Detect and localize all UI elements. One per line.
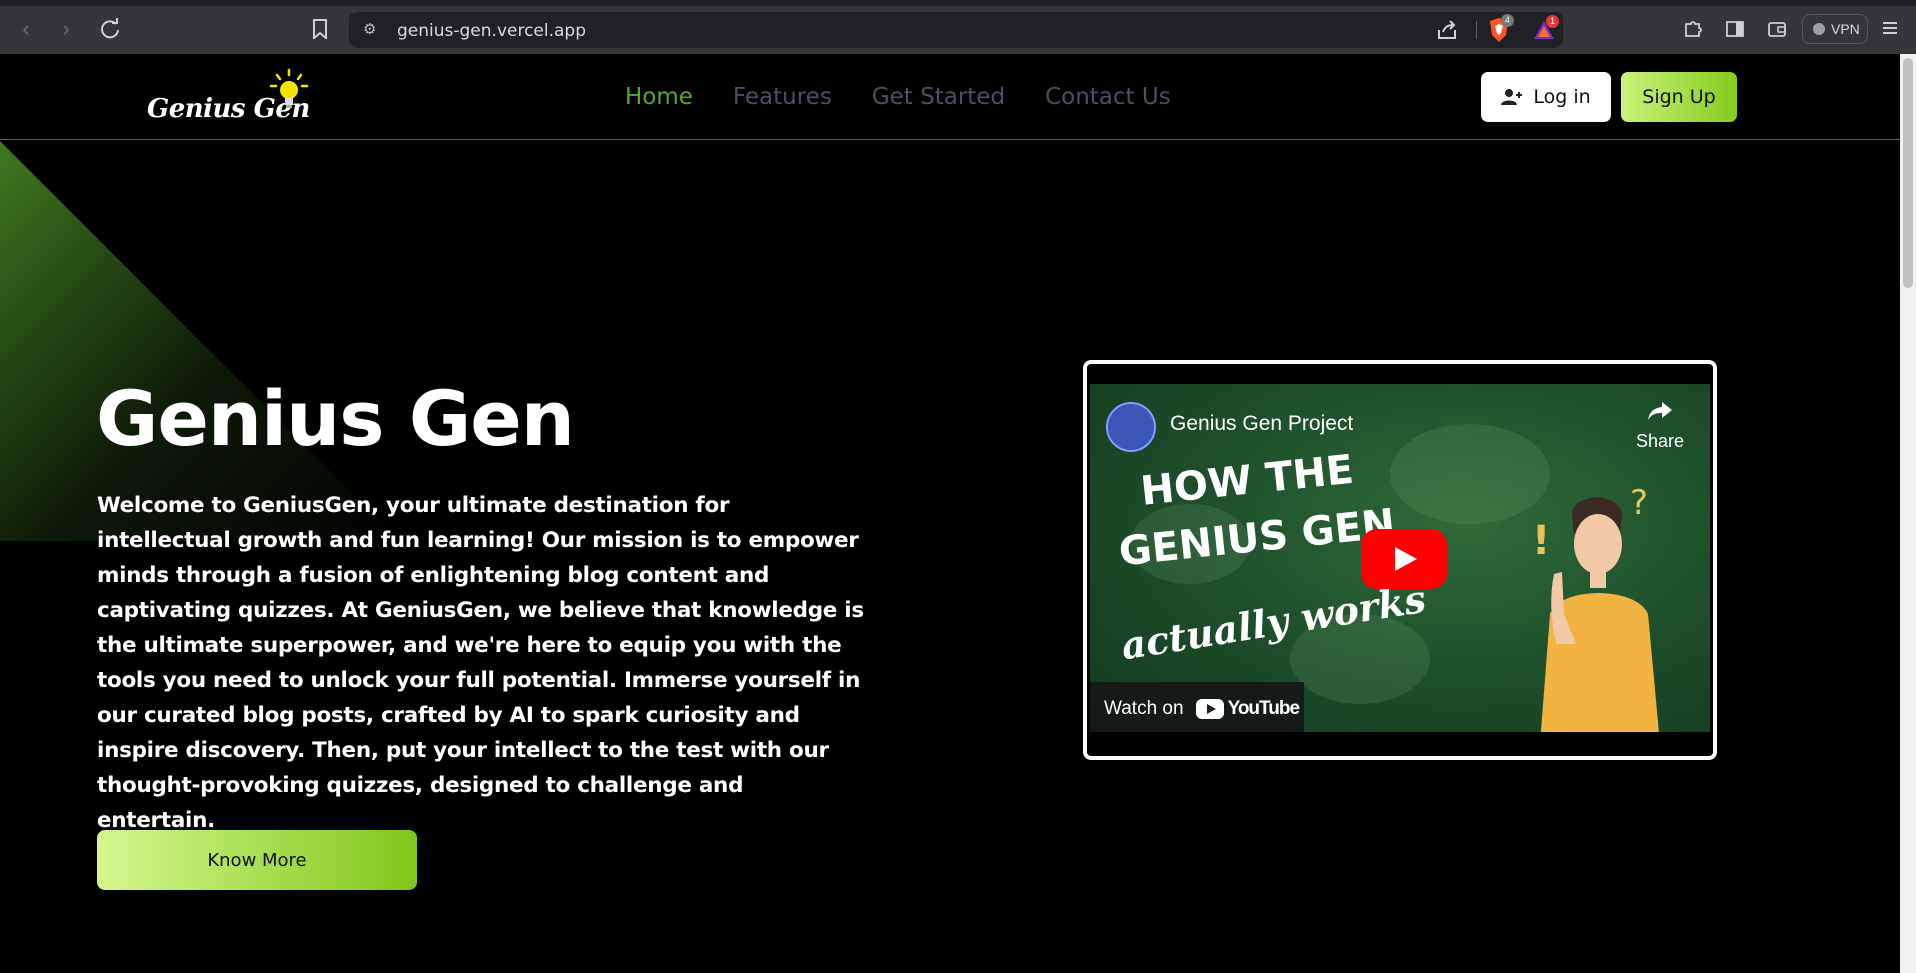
- signup-button[interactable]: Sign Up: [1621, 72, 1737, 122]
- hero-description: Welcome to GeniusGen, your ultimate dest…: [97, 493, 864, 833]
- brave-badge: 4: [1501, 14, 1514, 27]
- site-logo[interactable]: Genius Gen: [147, 68, 317, 130]
- browser-toolbar: ‹ › ⚙ genius-gen.vercel.app 4 1 VPN: [0, 0, 1916, 54]
- svg-text:!: !: [1532, 518, 1550, 564]
- video-title[interactable]: Genius Gen Project: [1170, 412, 1353, 436]
- share-arrow-icon: [1648, 402, 1672, 420]
- extensions-icon[interactable]: [1682, 18, 1706, 42]
- nav-get-started[interactable]: Get Started: [872, 84, 1005, 110]
- share-icon[interactable]: [1435, 18, 1459, 42]
- vpn-label: VPN: [1831, 21, 1860, 37]
- nav-features[interactable]: Features: [733, 84, 832, 110]
- login-label: Log in: [1533, 86, 1591, 108]
- alert-badge: 1: [1546, 15, 1559, 28]
- youtube-play-icon: [1195, 699, 1224, 719]
- site-settings-icon[interactable]: ⚙: [363, 20, 383, 40]
- brave-shield-icon[interactable]: 4: [1487, 14, 1514, 43]
- youtube-logo: YouTube: [1195, 698, 1300, 720]
- youtube-label: YouTube: [1227, 698, 1300, 719]
- sidebar-icon[interactable]: [1724, 18, 1748, 42]
- reload-icon[interactable]: [96, 15, 124, 43]
- play-button[interactable]: [1361, 529, 1447, 589]
- back-icon[interactable]: ‹: [12, 15, 40, 43]
- svg-text:?: ?: [1630, 483, 1648, 523]
- video-embed[interactable]: Genius Gen Project Share HOW THE GENIUS …: [1083, 360, 1717, 760]
- share-button[interactable]: Share: [1630, 400, 1690, 452]
- play-icon: [1395, 547, 1417, 571]
- nav-contact-us[interactable]: Contact Us: [1045, 84, 1171, 110]
- page-scrollbar[interactable]: [1900, 54, 1916, 973]
- site-navbar: Genius Gen Home Features Get Started Con…: [0, 54, 1900, 140]
- lightbulb-icon: [269, 68, 309, 108]
- know-more-button[interactable]: Know More: [97, 830, 417, 890]
- main-menu: Home Features Get Started Contact Us: [625, 84, 1171, 110]
- nav-home[interactable]: Home: [625, 84, 693, 110]
- web-page: Genius Gen Home Features Get Started Con…: [0, 54, 1900, 973]
- separator: [1476, 21, 1477, 39]
- vpn-status-icon: [1813, 23, 1825, 35]
- person-illustration: ? !: [1532, 483, 1659, 732]
- user-plus-icon: [1501, 89, 1523, 105]
- bookmark-icon[interactable]: [306, 15, 334, 43]
- address-bar[interactable]: ⚙ genius-gen.vercel.app 4 1: [349, 12, 1563, 48]
- rewards-icon[interactable]: 1: [1532, 15, 1559, 42]
- scrollbar-thumb[interactable]: [1903, 58, 1913, 288]
- forward-icon[interactable]: ›: [52, 15, 80, 43]
- wallet-icon[interactable]: [1766, 18, 1790, 42]
- video-thumbnail[interactable]: Genius Gen Project Share HOW THE GENIUS …: [1090, 384, 1710, 732]
- vpn-button[interactable]: VPN: [1802, 14, 1868, 44]
- login-button[interactable]: Log in: [1481, 72, 1611, 122]
- share-label: Share: [1635, 431, 1685, 451]
- know-more-label: Know More: [207, 849, 307, 871]
- watch-on-youtube-button[interactable]: Watch on YouTube: [1090, 682, 1304, 732]
- signup-label: Sign Up: [1642, 86, 1716, 108]
- url-text[interactable]: genius-gen.vercel.app: [397, 21, 586, 41]
- thumbnail-headline: HOW THE GENIUS GEN: [1110, 437, 1398, 581]
- watch-on-label: Watch on: [1104, 698, 1184, 719]
- menu-icon[interactable]: [1880, 18, 1904, 42]
- hero-title: Genius Gen: [96, 374, 575, 463]
- channel-avatar[interactable]: [1106, 402, 1156, 452]
- decorative-gradient: [0, 141, 400, 541]
